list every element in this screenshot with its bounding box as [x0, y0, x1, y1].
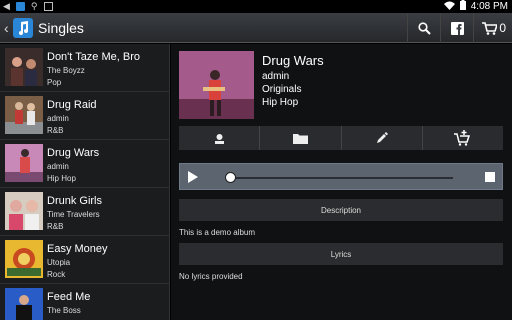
image-icon [43, 2, 53, 11]
battery-icon [459, 0, 466, 13]
song-title: Drug Wars [47, 147, 100, 159]
song-genre: Pop [47, 78, 62, 87]
song-artist: The Boss [47, 306, 81, 315]
usb-icon: ⚲ [30, 1, 38, 11]
album-cover [179, 51, 254, 119]
song-thumbnail [5, 48, 43, 86]
lyrics-header-label: Lyrics [330, 249, 352, 259]
back-arrow-icon: ◀ [3, 1, 10, 11]
list-item[interactable]: Easy Money Utopia Rock [0, 236, 169, 284]
detail-toolbar [179, 126, 503, 150]
cart-count: 0 [499, 21, 506, 35]
status-time: 4:08 PM [470, 1, 508, 12]
song-genre: Hip Hop [47, 174, 76, 183]
list-item[interactable]: Drug Wars admin Hip Hop [0, 140, 169, 188]
song-artist: Time Travelers [47, 210, 100, 219]
facebook-button[interactable] [440, 13, 473, 43]
audio-player [179, 163, 503, 190]
artist-icon [214, 133, 224, 144]
lyrics-text: No lyrics provided [179, 272, 243, 281]
song-title: Don't Taze Me, Bro [47, 51, 140, 63]
song-artist: The Boyzz [47, 66, 85, 75]
status-bar: ◀ ⚲ 4:08 PM [0, 0, 512, 13]
song-genre: Rock [47, 270, 66, 279]
search-icon [418, 21, 431, 35]
song-list[interactable]: Don't Taze Me, Bro The Boyzz Pop Drug Ra… [0, 44, 170, 320]
lyrics-header[interactable]: Lyrics [179, 243, 503, 265]
song-title: Drug Raid [47, 99, 97, 111]
folder-icon [292, 133, 308, 144]
folder-button[interactable] [260, 126, 342, 150]
stop-icon[interactable] [485, 172, 495, 182]
song-thumbnail [5, 240, 43, 278]
song-artist: admin [262, 71, 290, 82]
play-icon[interactable] [188, 171, 198, 183]
page-title: Singles [38, 20, 84, 36]
edit-icon [376, 132, 388, 143]
add-to-cart-icon [454, 130, 471, 146]
detail-pane: Drug Wars admin Originals Hip Hop Descri… [171, 44, 512, 320]
song-title: Drug Wars [262, 53, 324, 68]
app-icon [15, 2, 25, 11]
list-item[interactable]: Drunk Girls Time Travelers R&B [0, 188, 169, 236]
song-genre: Hip Hop [262, 97, 299, 108]
edit-button[interactable] [342, 126, 423, 150]
facebook-icon [450, 21, 464, 35]
action-bar: ‹ Singles 0 [0, 13, 512, 43]
list-item[interactable]: Feed Me The Boss [0, 284, 169, 320]
song-artist: admin [47, 162, 69, 171]
song-genre: R&B [47, 222, 64, 231]
wifi-icon [443, 1, 455, 13]
seek-bar[interactable] [231, 177, 453, 179]
artist-button[interactable] [179, 126, 261, 150]
song-title: Easy Money [47, 243, 108, 255]
song-thumbnail [5, 144, 43, 182]
back-chevron-icon[interactable]: ‹ [4, 20, 9, 36]
description-header-label: Description [320, 205, 361, 215]
music-app-icon[interactable] [13, 18, 33, 38]
song-genre: R&B [47, 126, 64, 135]
description-text: This is a demo album [179, 228, 256, 237]
song-title: Feed Me [47, 291, 91, 303]
list-item[interactable]: Drug Raid admin R&B [0, 92, 169, 140]
song-artist: Utopia [47, 258, 71, 267]
song-artist: admin [47, 114, 69, 123]
cart-icon [482, 21, 498, 35]
song-album: Originals [262, 84, 302, 95]
song-title: Drunk Girls [47, 195, 103, 207]
seek-handle[interactable] [225, 172, 236, 183]
add-to-cart-button[interactable] [423, 126, 503, 150]
song-thumbnail [5, 192, 43, 230]
cart-button[interactable]: 0 [473, 13, 512, 43]
list-item[interactable]: Don't Taze Me, Bro The Boyzz Pop [0, 44, 169, 92]
song-thumbnail [5, 288, 43, 320]
song-thumbnail [5, 96, 43, 134]
search-button[interactable] [407, 13, 440, 43]
description-header[interactable]: Description [179, 199, 503, 221]
